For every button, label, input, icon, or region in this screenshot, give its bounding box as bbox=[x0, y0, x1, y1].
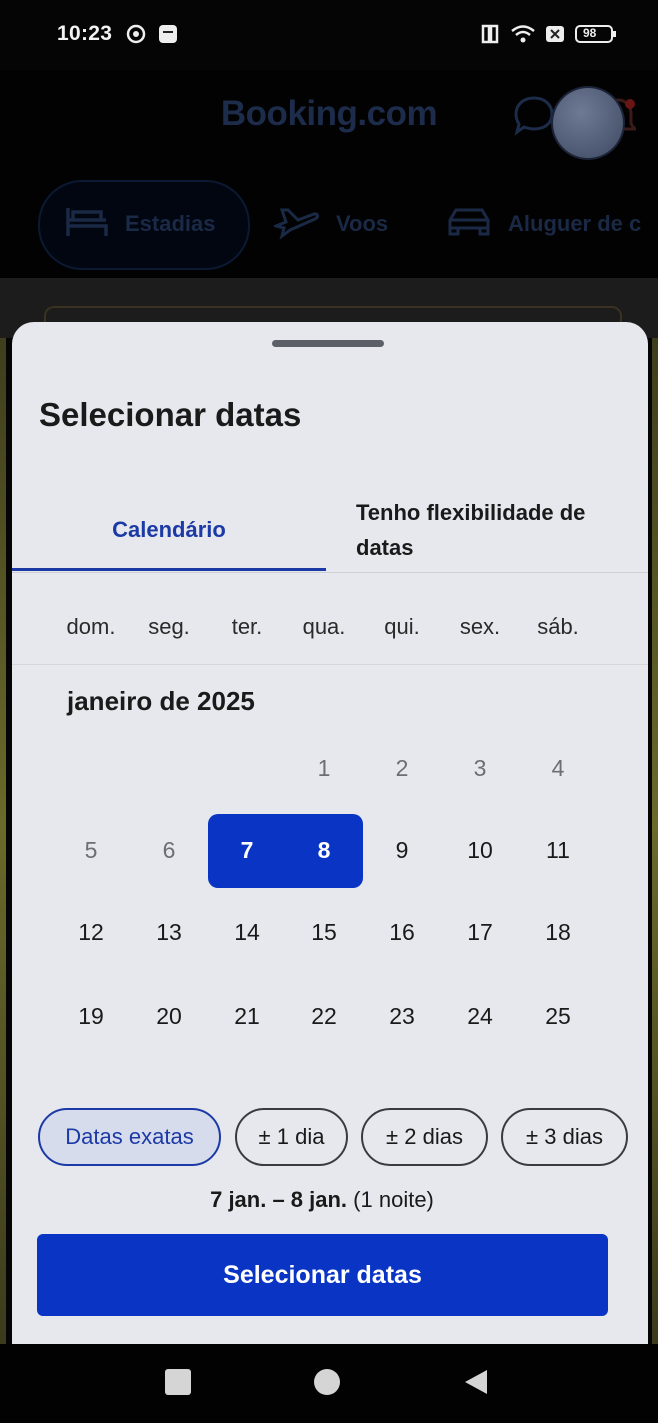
bed-icon bbox=[65, 202, 109, 246]
chat-icon bbox=[513, 94, 555, 143]
calendar-day[interactable]: 4 bbox=[519, 748, 597, 788]
sheet-drag-handle[interactable] bbox=[272, 340, 384, 347]
tab-flexible-label: Tenho flexibilidade de datas bbox=[356, 495, 585, 565]
weekday-label: ter. bbox=[231, 614, 263, 639]
weekday-label: qui. bbox=[384, 614, 420, 639]
nav-item-voos[interactable]: Voos bbox=[271, 202, 389, 246]
nav-item-estadias[interactable]: Estadias bbox=[65, 202, 216, 246]
calendar-day[interactable]: 16 bbox=[363, 912, 441, 952]
status-bar: 10:23 98 bbox=[0, 0, 658, 70]
calendar-day[interactable]: 15 bbox=[285, 912, 363, 952]
chip-label: Datas exatas bbox=[65, 1124, 194, 1149]
tab-flexible-label-line1: Tenho flexibilidade de bbox=[356, 500, 586, 525]
calendar-day[interactable]: 6 bbox=[130, 830, 208, 870]
chip-plus-minus-2-days[interactable]: ± 2 dias bbox=[361, 1108, 488, 1166]
nfc-icon bbox=[481, 24, 499, 44]
calendar-day[interactable]: 23 bbox=[363, 996, 441, 1036]
weekday-label: sáb. bbox=[537, 614, 579, 639]
vpn-icon bbox=[126, 24, 146, 44]
calendar-day[interactable]: 24 bbox=[441, 996, 519, 1036]
calendar-day[interactable]: 21 bbox=[208, 996, 286, 1036]
selection-summary: 7 jan. – 8 jan. (1 noite) bbox=[12, 1187, 632, 1213]
tab-flexible-dates[interactable]: Tenho flexibilidade de datas bbox=[356, 490, 636, 570]
calendar-day[interactable]: 3 bbox=[441, 748, 519, 788]
nav-label-aluguer: Aluguer de c bbox=[508, 211, 642, 236]
weekday-label: sex. bbox=[459, 614, 501, 639]
calendar-day[interactable]: 10 bbox=[441, 830, 519, 870]
calendar-day[interactable]: 18 bbox=[519, 912, 597, 952]
tab-calendar-label: Calendário bbox=[112, 517, 226, 542]
phone-bezel-left bbox=[0, 300, 6, 1350]
back-icon[interactable] bbox=[461, 1368, 489, 1401]
plane-icon bbox=[271, 202, 320, 246]
tab-flexible-label-line2: datas bbox=[356, 535, 414, 560]
tab-active-indicator bbox=[12, 568, 326, 571]
calendar-day[interactable]: 1 bbox=[285, 748, 363, 788]
tab-calendar[interactable]: Calendário bbox=[12, 490, 326, 570]
chip-label: ± 1 dia bbox=[258, 1124, 325, 1149]
chip-plus-minus-3-days[interactable]: ± 3 dias bbox=[501, 1108, 628, 1166]
wifi-icon bbox=[510, 24, 536, 44]
sim-icon bbox=[545, 24, 565, 44]
car-icon bbox=[446, 202, 492, 246]
date-picker-sheet: Selecionar datas Calendário Tenho flexib… bbox=[12, 322, 648, 1344]
weekday-header: dom. seg. ter. qua. qui. sex. sáb. bbox=[12, 594, 648, 665]
summary-nights: (1 noite) bbox=[353, 1187, 434, 1212]
calendar-day[interactable]: 11 bbox=[519, 830, 597, 870]
calendar-day[interactable]: 22 bbox=[285, 996, 363, 1036]
date-mode-tabs: Calendário Tenho flexibilidade de datas bbox=[12, 490, 648, 573]
summary-range: 7 jan. – 8 jan. bbox=[210, 1187, 348, 1212]
calendar-day[interactable]: 17 bbox=[441, 912, 519, 952]
nav-label-voos: Voos bbox=[336, 211, 389, 236]
nav-label-estadias: Estadias bbox=[125, 211, 216, 236]
status-time: 10:23 bbox=[57, 22, 113, 45]
calendar-day[interactable]: 2 bbox=[363, 748, 441, 788]
calendar-day[interactable]: 9 bbox=[363, 830, 441, 870]
month-label: janeiro de 2025 bbox=[67, 686, 255, 716]
home-icon[interactable] bbox=[313, 1368, 341, 1401]
calendar-day[interactable]: 12 bbox=[52, 912, 130, 952]
calendar-day[interactable]: 5 bbox=[52, 830, 130, 870]
weekday-label: dom. bbox=[66, 614, 116, 639]
battery-level: 98 bbox=[583, 26, 597, 40]
calendar-day[interactable]: 13 bbox=[130, 912, 208, 952]
chip-label: ± 3 dias bbox=[526, 1124, 603, 1149]
phone-bezel-right bbox=[652, 300, 658, 1350]
chip-exact-dates[interactable]: Datas exatas bbox=[38, 1108, 221, 1166]
calendar-day[interactable]: 8 bbox=[285, 830, 363, 870]
product-nav: Estadias Voos Aluguer de c bbox=[0, 180, 658, 270]
calendar-day[interactable]: 19 bbox=[52, 996, 130, 1036]
select-dates-button[interactable]: Selecionar datas bbox=[37, 1234, 608, 1316]
calendar-day[interactable]: 25 bbox=[519, 996, 597, 1036]
calendar-day[interactable]: 7 bbox=[208, 830, 286, 870]
chip-plus-minus-1-day[interactable]: ± 1 dia bbox=[235, 1108, 348, 1166]
calendar-day[interactable]: 14 bbox=[208, 912, 286, 952]
notification-icon bbox=[158, 24, 178, 44]
sheet-title: Selecionar datas bbox=[39, 396, 302, 433]
calendar-day[interactable]: 20 bbox=[130, 996, 208, 1036]
system-nav-bar bbox=[0, 1344, 658, 1423]
floating-bubble[interactable] bbox=[553, 88, 623, 158]
recents-icon[interactable] bbox=[164, 1368, 192, 1401]
weekday-label: seg. bbox=[148, 614, 190, 639]
chip-label: ± 2 dias bbox=[386, 1124, 463, 1149]
weekday-label: qua. bbox=[302, 614, 346, 639]
battery-icon: 98 bbox=[575, 24, 617, 44]
nav-item-aluguer[interactable]: Aluguer de c bbox=[446, 202, 641, 246]
